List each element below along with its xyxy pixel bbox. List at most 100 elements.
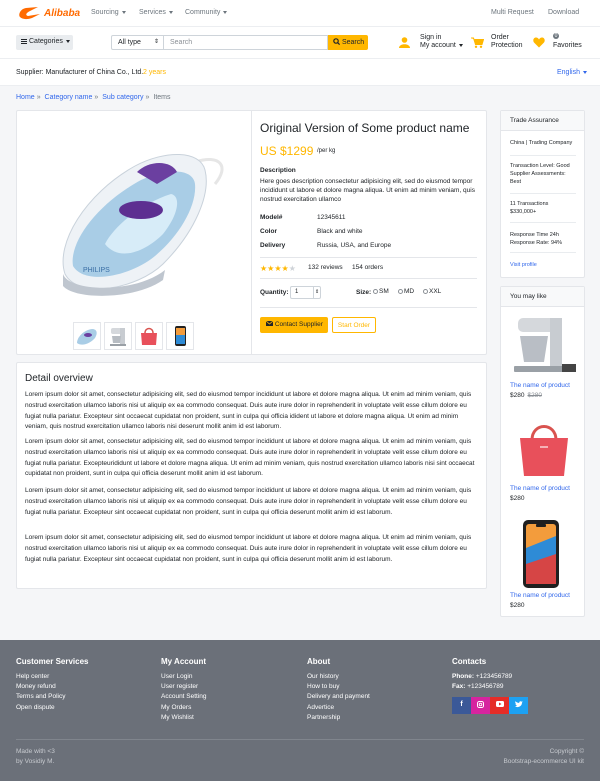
price-unit: /per kg	[317, 148, 336, 154]
breadcrumb-home[interactable]: Home	[16, 94, 35, 101]
footer-link[interactable]: Our history	[307, 672, 370, 682]
breadcrumb: Home» Category name» Sub category» Items	[16, 94, 171, 101]
account-menu[interactable]: Sign in My account	[420, 34, 463, 50]
footer-link[interactable]: My Wishlist	[161, 713, 207, 723]
phone-thumbnail-image	[175, 326, 186, 346]
footer-link[interactable]: User register	[161, 682, 207, 692]
instagram-icon[interactable]	[471, 697, 490, 714]
thumbnail-2[interactable]	[104, 322, 132, 350]
facebook-icon[interactable]: f	[452, 697, 471, 714]
select-arrows-icon: ⇕	[313, 287, 321, 298]
detail-title: Detail overview	[25, 373, 93, 384]
divider	[510, 193, 576, 194]
divider	[510, 222, 576, 223]
footer-my-account-title: My Account	[161, 657, 207, 666]
youtube-glyph-icon	[495, 701, 504, 707]
footer-link[interactable]: Terms and Policy	[16, 692, 66, 702]
mixer-thumbnail-image	[110, 328, 126, 346]
nav-community[interactable]: Community	[185, 9, 228, 16]
search-button[interactable]: Search	[328, 35, 368, 50]
search-input[interactable]: Search	[164, 35, 328, 50]
footer-link[interactable]: Help center	[16, 672, 66, 682]
divider	[260, 307, 477, 308]
logo-text: Alibaba	[44, 8, 81, 19]
supplier-years: 2 years	[143, 69, 166, 76]
footer-link[interactable]: Account Setting	[161, 692, 207, 702]
iron-thumbnail-image	[77, 329, 97, 345]
footer-customer-services-title: Customer Services	[16, 657, 89, 666]
footer-link[interactable]: Delivery and payment	[307, 692, 370, 702]
thumbnail-1[interactable]	[73, 322, 101, 350]
thumbnail-4[interactable]	[166, 322, 194, 350]
footer-link[interactable]: My Orders	[161, 703, 207, 713]
fax-number: +123456789	[467, 683, 504, 691]
twitter-icon[interactable]	[509, 697, 528, 714]
may-like-product-2-price: $280	[510, 495, 525, 502]
nav-multi-request[interactable]: Multi Request	[491, 9, 534, 16]
size-option-sm[interactable]: SM	[373, 288, 389, 295]
footer-link[interactable]: Partnership	[307, 713, 370, 723]
product-card-divider	[251, 110, 252, 355]
may-like-product-1-name[interactable]: The name of product	[510, 382, 570, 389]
youtube-icon[interactable]	[490, 697, 509, 714]
phone-label: Phone:	[452, 673, 475, 680]
start-order-button[interactable]: Start Order	[332, 317, 376, 333]
review-count: 132 reviews	[308, 264, 343, 271]
top-bar: Alibaba Sourcing Services Community Mult…	[0, 0, 600, 27]
nav-services[interactable]: Services	[139, 9, 173, 16]
svg-text:PHILIPS: PHILIPS	[83, 267, 110, 274]
size-option-md[interactable]: MD	[398, 288, 414, 295]
may-like-product-3-name[interactable]: The name of product	[510, 592, 570, 599]
logo[interactable]: Alibaba	[16, 5, 80, 21]
star-empty-icon: ★	[288, 264, 296, 273]
product-title: Original Version of Some product name	[260, 121, 470, 135]
cart-icon	[471, 37, 484, 48]
supplier-label: Supplier: Manufacturer of China Co., Ltd…	[16, 69, 144, 76]
breadcrumb-subcategory[interactable]: Sub category	[102, 94, 143, 101]
trade-item-1: China | Trading Company	[510, 140, 573, 146]
spec-model-value: 12345611	[317, 214, 346, 221]
footer-copyright: Copyright © Bootstrap-ecommerce UI kit	[503, 748, 584, 765]
footer-link[interactable]: Advertice	[307, 703, 370, 713]
visit-profile-link[interactable]: Visit profile	[510, 261, 580, 269]
main-header: Categories All type ⇕ Search Search Sign…	[0, 27, 600, 59]
spec-delivery-value: Russia, USA, and Europe	[317, 242, 392, 249]
phone-product-image[interactable]	[521, 518, 561, 590]
product-main-image[interactable]: PHILIPS	[45, 124, 235, 300]
may-like-product-2-name[interactable]: The name of product	[510, 485, 570, 492]
detail-paragraph-2: Lorem ipsum dolor sit amet, consectetur …	[25, 438, 475, 478]
rating-stars: ★★★★★	[260, 264, 296, 273]
bag-product-image[interactable]	[516, 420, 572, 478]
size-label: Size:	[356, 289, 372, 296]
footer-link[interactable]: User Login	[161, 672, 207, 682]
language-select[interactable]: English	[557, 69, 587, 76]
nav-sourcing[interactable]: Sourcing	[91, 9, 126, 16]
divider	[260, 257, 477, 258]
bag-thumbnail-image	[141, 327, 157, 345]
divider	[510, 252, 576, 253]
quantity-label: Quantity:	[260, 289, 289, 296]
footer-link[interactable]: Open dispute	[16, 703, 66, 713]
may-like-product-3-price: $280	[510, 602, 525, 609]
select-arrows-icon: ⇕	[154, 39, 160, 45]
size-option-xxl[interactable]: XXL	[423, 288, 441, 295]
trade-item-4: Response Time 24h Response Rate: 94%	[510, 232, 562, 246]
contact-supplier-button[interactable]: Contact Supplier	[260, 317, 328, 333]
mixer-product-image[interactable]	[508, 314, 578, 380]
favorites-link[interactable]: Favorites	[553, 42, 582, 50]
star-icon: ★	[281, 264, 289, 273]
categories-button[interactable]: Categories	[16, 35, 73, 50]
spec-model-label: Model#	[260, 214, 283, 221]
you-may-like-title: You may like	[501, 287, 584, 307]
footer-link[interactable]: How to buy	[307, 682, 370, 692]
nav-download[interactable]: Download	[548, 9, 579, 16]
search-icon	[333, 38, 341, 46]
radio-icon	[423, 288, 428, 294]
quantity-select[interactable]: 1 ⇕	[290, 286, 321, 299]
footer-link[interactable]: Money refund	[16, 682, 66, 692]
footer-contacts-title: Contacts	[452, 657, 487, 666]
thumbnail-3[interactable]	[135, 322, 163, 350]
search-type-select[interactable]: All type ⇕	[111, 35, 164, 50]
order-protection-link[interactable]: Order Protection	[491, 34, 523, 50]
breadcrumb-category[interactable]: Category name	[45, 94, 93, 101]
